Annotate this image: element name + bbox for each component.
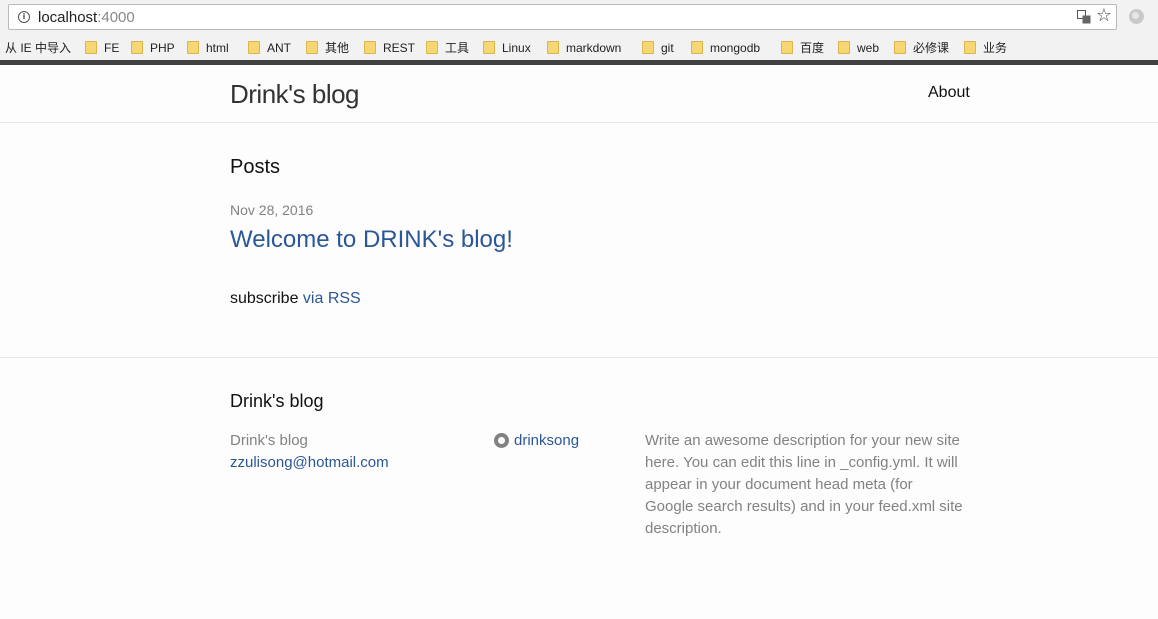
url-text[interactable]: localhost:4000: [38, 9, 135, 26]
folder-icon: [364, 41, 376, 54]
folder-icon: [781, 41, 793, 54]
footer-description: Write an awesome description for your ne…: [645, 432, 963, 537]
browser-toolbar: i localhost:4000 ☆: [0, 0, 1158, 36]
bookmark-required-course[interactable]: 必修课: [894, 39, 949, 57]
subscribe-text: subscribe: [230, 290, 303, 307]
post-title-link[interactable]: Welcome to DRINK's blog!: [230, 226, 513, 254]
footer-heading: Drink's blog: [230, 391, 324, 411]
bookmark-mongodb[interactable]: mongodb: [691, 39, 760, 57]
bookmark-markdown[interactable]: markdown: [547, 39, 621, 57]
bookmark-php[interactable]: PHP: [131, 39, 175, 57]
folder-icon: [838, 41, 850, 54]
folder-icon: [248, 41, 260, 54]
folder-icon: [483, 41, 495, 54]
bookmark-git[interactable]: git: [642, 39, 674, 57]
folder-icon: [131, 41, 143, 54]
bookmark-rest[interactable]: REST: [364, 39, 415, 57]
bookmark-other[interactable]: 其他: [306, 39, 349, 57]
subscribe-line: subscribe via RSS: [230, 290, 361, 308]
rss-link[interactable]: via RSS: [303, 290, 361, 307]
footer-divider: [0, 357, 1158, 358]
folder-icon: [85, 41, 97, 54]
bookmark-baidu[interactable]: 百度: [781, 39, 824, 57]
footer-email-link[interactable]: zzulisong@hotmail.com: [230, 454, 389, 471]
footer-contact: Drink's blog zzulisong@hotmail.com: [230, 430, 389, 474]
address-bar[interactable]: i localhost:4000 ☆: [8, 4, 1117, 30]
folder-icon: [187, 41, 199, 54]
folder-icon: [691, 41, 703, 54]
folder-icon: [642, 41, 654, 54]
bookmark-business[interactable]: 业务: [964, 39, 1007, 57]
github-icon: [494, 433, 509, 448]
bookmark-tools[interactable]: 工具: [426, 39, 469, 57]
folder-icon: [306, 41, 318, 54]
bookmark-fe[interactable]: FE: [85, 39, 119, 57]
bookmark-import-ie[interactable]: 从 IE 中导入: [5, 39, 71, 57]
bookmarks-bar: 从 IE 中导入 FE PHP html ANT 其他 REST 工具 Linu…: [0, 36, 1158, 60]
folder-icon: [894, 41, 906, 54]
github-link[interactable]: drinksong: [514, 432, 579, 449]
bookmark-linux[interactable]: Linux: [483, 39, 531, 57]
site-title[interactable]: Drink's blog: [230, 79, 360, 110]
page-title: Posts: [230, 156, 281, 178]
folder-icon: [547, 41, 559, 54]
folder-icon: [964, 41, 976, 54]
post-date: Nov 28, 2016: [230, 202, 314, 218]
bookmark-star-icon[interactable]: ☆: [1096, 6, 1112, 26]
site-header: Drink's blog About: [0, 65, 1158, 123]
folder-icon: [426, 41, 438, 54]
nav-about-link[interactable]: About: [928, 84, 970, 102]
translate-icon[interactable]: [1077, 10, 1091, 24]
globe-icon[interactable]: [1129, 9, 1144, 24]
bookmark-ant[interactable]: ANT: [248, 39, 291, 57]
footer-author-name: Drink's blog: [230, 432, 308, 449]
bookmark-web[interactable]: web: [838, 39, 879, 57]
bookmark-html[interactable]: html: [187, 39, 229, 57]
info-icon[interactable]: i: [18, 11, 30, 23]
footer-social: drinksong: [494, 430, 579, 452]
